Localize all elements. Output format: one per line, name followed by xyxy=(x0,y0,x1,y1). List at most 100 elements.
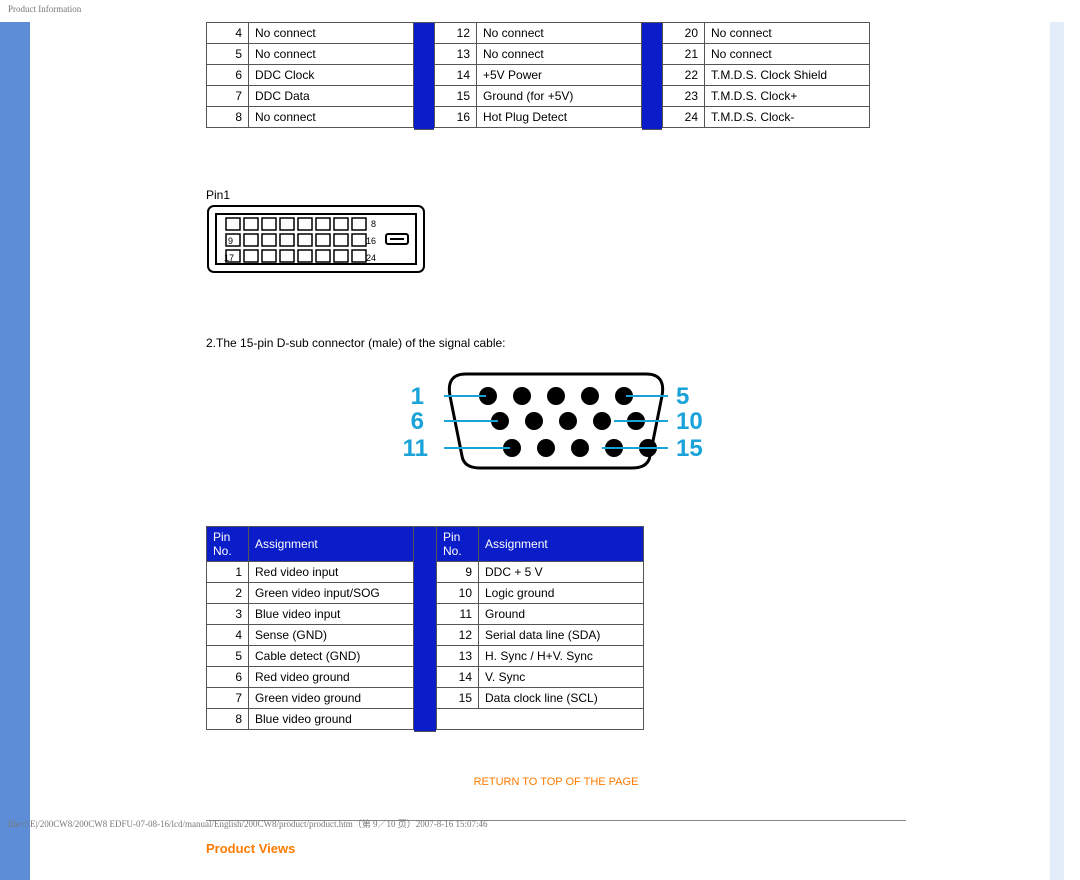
pin-signal: No connect xyxy=(477,23,642,44)
dsub-hdr-assign-r: Assignment xyxy=(479,527,644,562)
dsub-lbl-6: 6 xyxy=(411,408,424,435)
pin-signal: T.M.D.S. Clock+ xyxy=(705,86,870,107)
table-row: 7DDC Data xyxy=(207,86,414,107)
pin-signal: T.M.D.S. Clock- xyxy=(705,107,870,128)
table-row: 10Logic ground xyxy=(437,583,644,604)
pin-number: 14 xyxy=(437,667,479,688)
pin-signal: Green video ground xyxy=(249,688,414,709)
right-accent-bar xyxy=(1050,22,1064,880)
table-row: 3Blue video input xyxy=(207,604,414,625)
pin-signal: Logic ground xyxy=(479,583,644,604)
dsub-hdr-assign-l: Assignment xyxy=(249,527,414,562)
table-row: 8Blue video ground xyxy=(207,709,414,730)
dvi-num-tr: 8 xyxy=(371,219,376,229)
pin-number: 9 xyxy=(437,562,479,583)
pin-number: 6 xyxy=(207,65,249,86)
dsub-table-right: Pin No. Assignment 9DDC + 5 V10Logic gro… xyxy=(436,526,644,730)
table-row: 6DDC Clock xyxy=(207,65,414,86)
pin-number: 13 xyxy=(435,44,477,65)
pin-signal: Cable detect (GND) xyxy=(249,646,414,667)
pin-number: 2 xyxy=(207,583,249,604)
dsub-hdr-pin-l: Pin No. xyxy=(207,527,249,562)
dvi-num-ml: 9 xyxy=(228,236,233,246)
table-row: 12No connect xyxy=(435,23,642,44)
main-content: 4No connect5No connect6DDC Clock7DDC Dat… xyxy=(206,22,906,880)
dsub-lbl-15: 15 xyxy=(676,435,703,462)
pin-number: 5 xyxy=(207,44,249,65)
dsub-hdr-pin-r: Pin No. xyxy=(437,527,479,562)
pin-number: 12 xyxy=(437,625,479,646)
pin-number: 5 xyxy=(207,646,249,667)
table-row: 12Serial data line (SDA) xyxy=(437,625,644,646)
pin-number: 24 xyxy=(663,107,705,128)
pin-signal: No connect xyxy=(705,23,870,44)
dvi-col-b: 12No connect13No connect14+5V Power15Gro… xyxy=(434,22,642,128)
page-layout: 4No connect5No connect6DDC Clock7DDC Dat… xyxy=(0,0,1080,880)
dvi-num-bl: 17 xyxy=(224,253,234,263)
dsub-pin-tables: Pin No. Assignment 1Red video input2Gree… xyxy=(206,526,906,732)
pin-number: 15 xyxy=(435,86,477,107)
table-row: 15Ground (for +5V) xyxy=(435,86,642,107)
table-row: 13No connect xyxy=(435,44,642,65)
pin-signal: Blue video ground xyxy=(249,709,414,730)
table-row: 24T.M.D.S. Clock- xyxy=(663,107,870,128)
table-row-empty xyxy=(437,709,644,730)
empty-cell xyxy=(437,709,644,730)
dsub-description: 2.The 15-pin D-sub connector (male) of t… xyxy=(206,336,906,350)
table-row: 7Green video ground xyxy=(207,688,414,709)
dvi-connector-diagram: 8 9 16 17 24 xyxy=(206,204,426,274)
pin-signal: DDC Data xyxy=(249,86,414,107)
table-row: 4Sense (GND) xyxy=(207,625,414,646)
dsub-lbl-5: 5 xyxy=(676,383,689,410)
pin-number: 7 xyxy=(207,86,249,107)
left-accent-bar xyxy=(0,22,30,880)
dsub-connector-diagram: 1 6 11 5 10 15 xyxy=(386,356,726,486)
pin-number: 10 xyxy=(437,583,479,604)
table-row: 11Ground xyxy=(437,604,644,625)
return-to-top-link[interactable]: RETURN TO TOP OF THE PAGE xyxy=(206,776,906,788)
page-header-label: Product Information xyxy=(8,4,81,14)
pin-signal: No connect xyxy=(249,44,414,65)
table-row: 5No connect xyxy=(207,44,414,65)
table-row: 6Red video ground xyxy=(207,667,414,688)
pin-signal: Red video ground xyxy=(249,667,414,688)
pin-number: 8 xyxy=(207,107,249,128)
pin-number: 23 xyxy=(663,86,705,107)
product-views-heading: Product Views xyxy=(206,841,906,856)
table-row: 1Red video input xyxy=(207,562,414,583)
pin-number: 7 xyxy=(207,688,249,709)
dvi-num-mr: 16 xyxy=(366,236,376,246)
table-row: 9DDC + 5 V xyxy=(437,562,644,583)
pin-number: 4 xyxy=(207,23,249,44)
table-row: 14+5V Power xyxy=(435,65,642,86)
pin-signal: No connect xyxy=(249,23,414,44)
pin-signal: DDC + 5 V xyxy=(479,562,644,583)
table-row: 2Green video input/SOG xyxy=(207,583,414,604)
dvi-spacer-2 xyxy=(642,22,662,130)
pin-number: 6 xyxy=(207,667,249,688)
pin-number: 8 xyxy=(207,709,249,730)
pin-signal: Ground xyxy=(479,604,644,625)
pin-number: 3 xyxy=(207,604,249,625)
table-row: 21No connect xyxy=(663,44,870,65)
dvi-num-br: 24 xyxy=(366,253,376,263)
table-row: 13H. Sync / H+V. Sync xyxy=(437,646,644,667)
table-row: 8No connect xyxy=(207,107,414,128)
pin-number: 14 xyxy=(435,65,477,86)
pin-number: 16 xyxy=(435,107,477,128)
pin-signal: No connect xyxy=(477,44,642,65)
table-row: 4No connect xyxy=(207,23,414,44)
pin-signal: +5V Power xyxy=(477,65,642,86)
pin-signal: No connect xyxy=(705,44,870,65)
pin-number: 1 xyxy=(207,562,249,583)
pin-number: 15 xyxy=(437,688,479,709)
pin-signal: Sense (GND) xyxy=(249,625,414,646)
pin-signal: Data clock line (SCL) xyxy=(479,688,644,709)
pin1-label: Pin1 xyxy=(206,188,906,202)
pin-number: 12 xyxy=(435,23,477,44)
pin-number: 20 xyxy=(663,23,705,44)
table-row: 22T.M.D.S. Clock Shield xyxy=(663,65,870,86)
pin-signal: Hot Plug Detect xyxy=(477,107,642,128)
dvi-col-a: 4No connect5No connect6DDC Clock7DDC Dat… xyxy=(206,22,414,128)
table-row: 23T.M.D.S. Clock+ xyxy=(663,86,870,107)
